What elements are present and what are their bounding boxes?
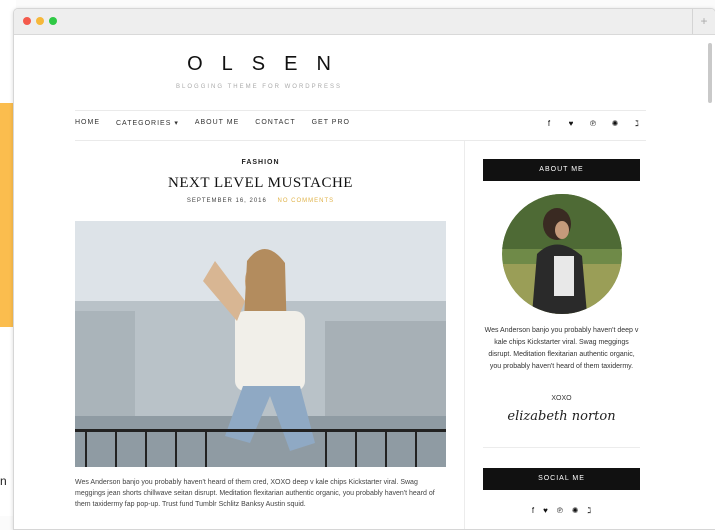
post-date: SEPTEMBER 16, 2016 xyxy=(186,198,267,204)
post-comments-link[interactable]: NO COMMENTS xyxy=(278,198,335,204)
site-logo[interactable]: OLSEN xyxy=(14,53,504,76)
twitter-icon[interactable]: ♥ xyxy=(543,506,548,515)
post-category[interactable]: FASHION xyxy=(75,159,446,166)
rss-icon[interactable]: ℷ xyxy=(633,119,641,128)
minimize-window-button[interactable] xyxy=(36,17,44,25)
avatar-photo xyxy=(502,194,622,314)
about-me-text: Wes Anderson banjo you probably haven't … xyxy=(484,327,639,370)
nav-item-contact[interactable]: CONTACT xyxy=(255,119,295,127)
widget-separator xyxy=(483,447,640,448)
twitter-icon[interactable]: ♥ xyxy=(567,119,575,128)
signature: elizabeth norton xyxy=(507,409,616,424)
site-tagline: BLOGGING THEME FOR WORDPRESS xyxy=(176,84,342,90)
post-title[interactable]: NEXT LEVEL MUSTACHE xyxy=(75,175,446,192)
about-me-widget-heading: ABOUT ME xyxy=(483,159,640,181)
scrollbar[interactable] xyxy=(708,43,712,103)
nav-item-categories[interactable]: CATEGORIES ▾ xyxy=(116,119,179,127)
dribbble-icon[interactable]: ✺ xyxy=(611,119,619,128)
header-social-links: f ♥ ℗ ✺ ℷ xyxy=(545,119,641,128)
new-tab-button[interactable]: + xyxy=(692,9,715,34)
nav-item-home[interactable]: HOME xyxy=(75,119,100,127)
post-excerpt: Wes Anderson banjo you probably haven't … xyxy=(75,479,435,508)
browser-window: + OLSEN BLOGGING THEME FOR WORDPRESS HOM… xyxy=(13,8,715,530)
nav-item-get-pro[interactable]: GET PRO xyxy=(312,119,350,127)
featured-image-graphic xyxy=(75,221,446,467)
dribbble-icon[interactable]: ✺ xyxy=(572,506,579,515)
nav-divider-top xyxy=(75,110,646,111)
content-sidebar-divider xyxy=(464,141,465,529)
about-me-signoff: XOXO xyxy=(551,395,572,402)
stray-text: n xyxy=(0,474,7,488)
nav-item-about[interactable]: ABOUT ME xyxy=(195,119,239,127)
maximize-window-button[interactable] xyxy=(49,17,57,25)
main-nav: HOME CATEGORIES ▾ ABOUT ME CONTACT GET P… xyxy=(75,119,366,127)
sidebar-social-links: f ♥ ℗ ✺ ℷ xyxy=(483,506,640,515)
window-titlebar: + xyxy=(14,9,715,35)
post-meta: SEPTEMBER 16, 2016 NO COMMENTS xyxy=(75,198,446,204)
post-featured-image[interactable] xyxy=(75,221,446,467)
pinterest-icon[interactable]: ℗ xyxy=(589,119,597,128)
avatar xyxy=(502,194,622,314)
pinterest-icon[interactable]: ℗ xyxy=(557,506,563,515)
facebook-icon[interactable]: f xyxy=(532,506,534,515)
facebook-icon[interactable]: f xyxy=(545,119,553,128)
rss-icon[interactable]: ℷ xyxy=(587,506,591,515)
nav-divider-bottom xyxy=(75,140,646,141)
close-window-button[interactable] xyxy=(23,17,31,25)
social-me-widget-heading: SOCIAL ME xyxy=(483,468,640,490)
